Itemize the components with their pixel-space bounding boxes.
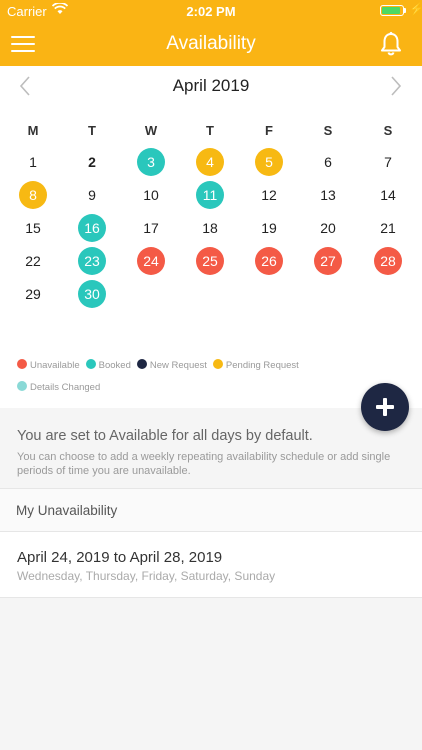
calendar-day[interactable]: 13 [314, 181, 342, 209]
weekday-label: F [265, 123, 273, 138]
section-title: My Unavailability [16, 503, 118, 518]
weekday-label: T [88, 123, 96, 138]
calendar-day[interactable]: 27 [314, 247, 342, 275]
calendar-day[interactable]: 4 [196, 148, 224, 176]
legend-label: Unavailable [30, 360, 80, 371]
nav-bar: Availability [0, 22, 422, 66]
charging-icon: ⚡ [409, 2, 422, 16]
calendar-day[interactable]: 9 [78, 181, 106, 209]
calendar: April 2019 MTWTFSS 1 2 3 4 5 6 7 8 9 10 11 12 13 14 15… [0, 66, 422, 408]
legend-item: Pending Request [212, 359, 299, 371]
calendar-day[interactable]: 5 [255, 148, 283, 176]
weekday-label: S [323, 123, 333, 138]
calendar-day[interactable]: 6 [314, 148, 342, 176]
battery-tip [404, 8, 406, 13]
info-title: You are set to Available for all days by… [17, 428, 313, 444]
legend-label: Booked [98, 360, 131, 371]
calendar-day[interactable]: 17 [137, 214, 165, 242]
status-time: 2:02 PM [186, 4, 236, 19]
legend-dot-icon [85, 359, 96, 369]
calendar-day[interactable]: 8 [19, 181, 47, 209]
calendar-day[interactable]: 7 [374, 148, 402, 176]
month-title: April 2019 [172, 76, 250, 95]
legend-dot-icon [136, 359, 147, 369]
next-month-button[interactable] [383, 74, 407, 98]
my-unavailability-header: My Unavailability [0, 488, 422, 532]
calendar-header: April 2019 [0, 66, 422, 108]
legend-item: Unavailable [17, 359, 80, 371]
availability-info: You are set to Available for all days by… [17, 428, 407, 478]
calendar-day[interactable]: 19 [255, 214, 283, 242]
calendar-day[interactable]: 3 [137, 148, 165, 176]
calendar-day[interactable]: 22 [19, 247, 47, 275]
add-unavailability-button[interactable] [361, 383, 409, 431]
weekday-label: S [383, 123, 393, 138]
bell-icon[interactable] [379, 31, 403, 57]
calendar-day[interactable]: 14 [374, 181, 402, 209]
calendar-day[interactable]: 12 [255, 181, 283, 209]
chevron-right-icon [391, 76, 402, 96]
calendar-day[interactable]: 29 [19, 280, 47, 308]
info-subtitle: You can choose to add a weekly repeating… [17, 451, 391, 477]
weekday-label: M [27, 123, 39, 138]
calendar-day[interactable]: 10 [137, 181, 165, 209]
battery-icon [380, 5, 404, 16]
calendar-day[interactable]: 25 [196, 247, 224, 275]
legend-label: Details Changed [30, 382, 101, 393]
legend-item: Booked [85, 359, 131, 371]
calendar-day[interactable]: 1 [19, 148, 47, 176]
calendar-day[interactable]: 28 [374, 247, 402, 275]
calendar-day[interactable]: 21 [374, 214, 402, 242]
status-legend: Unavailable Booked New Request Pending Requ… [17, 359, 317, 403]
calendar-day[interactable]: 15 [19, 214, 47, 242]
calendar-day[interactable]: 30 [78, 280, 106, 308]
unavailability-item[interactable]: April 24, 2019 to April 28, 2019 Wednesd… [0, 532, 422, 598]
calendar-day[interactable]: 23 [78, 247, 106, 275]
unavailability-days: Wednesday, Thursday, Friday, Saturday, S… [17, 569, 276, 583]
unavailability-range: April 24, 2019 to April 28, 2019 [17, 549, 223, 566]
status-bar: Carrier 2:02 PM ⚡ [0, 0, 422, 22]
calendar-day[interactable]: 24 [137, 247, 165, 275]
legend-dot-icon [212, 359, 223, 369]
calendar-day[interactable]: 18 [196, 214, 224, 242]
calendar-day[interactable]: 11 [196, 181, 224, 209]
legend-item: Details Changed [17, 381, 100, 393]
legend-label: Pending Request [225, 360, 299, 371]
legend-label: New Request [149, 360, 207, 371]
legend-item: New Request [136, 359, 207, 371]
legend-dot-icon [17, 381, 27, 391]
weekday-label: W [144, 123, 158, 138]
legend-dot-icon [17, 359, 27, 369]
calendar-day[interactable]: 2 [78, 148, 106, 176]
calendar-day[interactable]: 16 [78, 214, 106, 242]
calendar-day[interactable]: 26 [255, 247, 283, 275]
page-title: Availability [166, 33, 256, 54]
calendar-day[interactable]: 20 [314, 214, 342, 242]
weekday-label: T [206, 123, 214, 138]
